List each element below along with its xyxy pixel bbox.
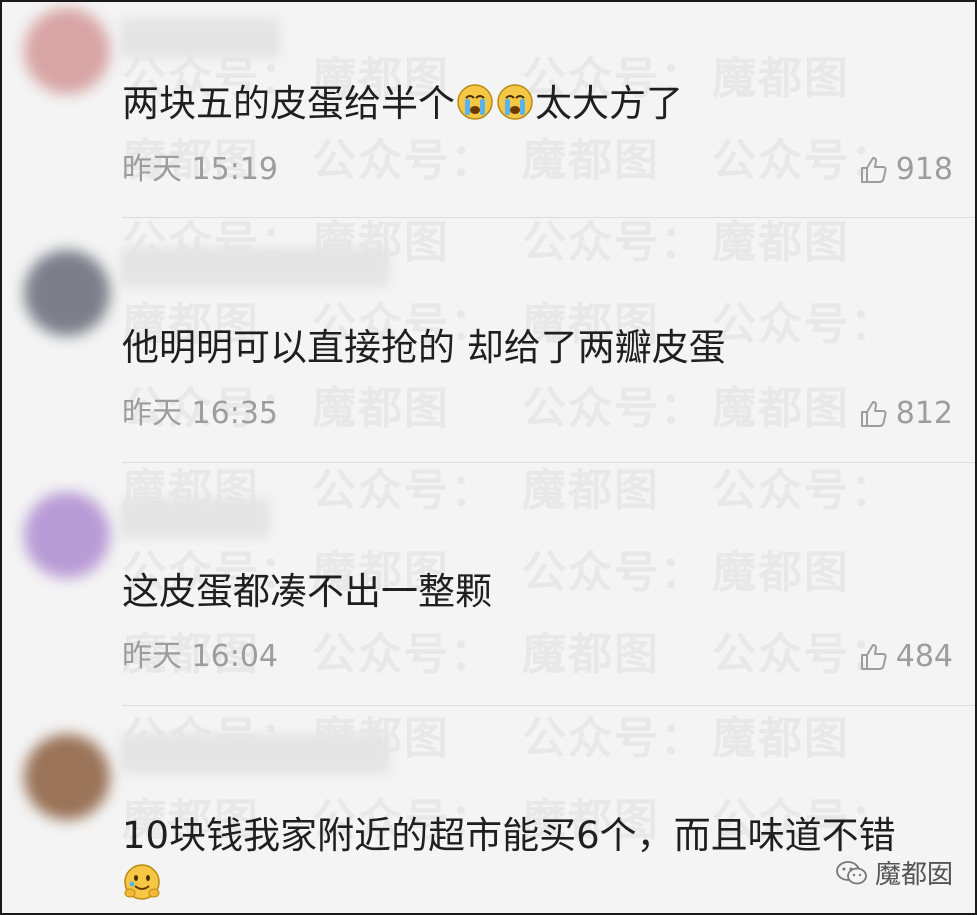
crying-face-emoji-icon	[457, 84, 493, 120]
divider	[122, 217, 975, 218]
watermark-text: 魔都图	[522, 465, 660, 516]
wechat-icon	[836, 860, 867, 884]
username-blurred[interactable]	[120, 18, 280, 58]
comment-text-part: 两块五的皮蛋给半个	[122, 82, 455, 125]
watermark-layer: 公众号： 魔都图 公众号： 魔都图 魔都图 公众号： 魔都图 公众号： 公众号： 魔都图 公众号：魔…	[2, 2, 975, 913]
like-button[interactable]: 484	[858, 639, 953, 675]
comment-time: 昨天 16:35	[122, 396, 278, 431]
watermark-text: 魔都图	[712, 713, 850, 764]
comment-emoji-line	[122, 862, 955, 906]
watermark-text: 公众号：	[312, 135, 496, 186]
thumbs-up-icon	[860, 401, 887, 427]
thumbs-up-icon	[860, 157, 887, 183]
divider	[122, 705, 975, 706]
username-blurred[interactable]	[120, 734, 390, 774]
like-count: 484	[895, 639, 953, 674]
avatar[interactable]	[24, 492, 110, 578]
watermark-text: 魔都图	[312, 383, 450, 434]
watermark-text: 魔都图	[522, 629, 660, 680]
watermark-text: 魔都图	[712, 217, 850, 268]
like-button[interactable]: 812	[858, 396, 953, 432]
like-count: 812	[895, 396, 953, 431]
watermark-text: 公众号：	[522, 217, 706, 268]
watermark-text: 公众号：	[712, 465, 896, 516]
hugging-face-emoji-icon	[124, 864, 160, 900]
like-button[interactable]: 918	[858, 152, 953, 188]
comment-feed: 公众号： 魔都图 公众号： 魔都图 魔都图 公众号： 魔都图 公众号： 公众号： 魔都图 公众号：魔…	[0, 0, 977, 915]
comment-text-part: 太大方了	[535, 82, 683, 125]
brand-label: 魔都囡	[874, 860, 953, 890]
comment-time: 昨天 15:19	[122, 152, 278, 187]
watermark-text: 公众号：	[522, 713, 706, 764]
watermark-text: 公众号：	[312, 629, 496, 680]
crying-face-emoji-icon	[497, 84, 533, 120]
like-count: 918	[895, 152, 953, 187]
brand-mark: 魔都囡	[835, 854, 953, 891]
avatar[interactable]	[24, 8, 110, 94]
thumbs-up-icon	[860, 644, 887, 670]
comment-time: 昨天 16:04	[122, 639, 278, 674]
avatar[interactable]	[24, 250, 110, 336]
avatar[interactable]	[24, 734, 110, 820]
username-blurred[interactable]	[120, 498, 270, 538]
comment-text: 两块五的皮蛋给半个 太大方了	[122, 82, 955, 126]
watermark-text: 公众号：	[312, 465, 496, 516]
watermark-text: 魔都图	[712, 383, 850, 434]
divider	[122, 462, 975, 463]
comment-text: 10块钱我家附近的超市能买6个，而且味道不错	[122, 814, 896, 857]
watermark-text: 公众号：	[522, 383, 706, 434]
watermark-text: 魔都图	[522, 135, 660, 186]
username-blurred[interactable]	[120, 247, 390, 287]
comment-text: 他明明可以直接抢的 却给了两瓣皮蛋	[122, 326, 726, 369]
comment-text: 这皮蛋都凑不出一整颗	[122, 570, 492, 613]
